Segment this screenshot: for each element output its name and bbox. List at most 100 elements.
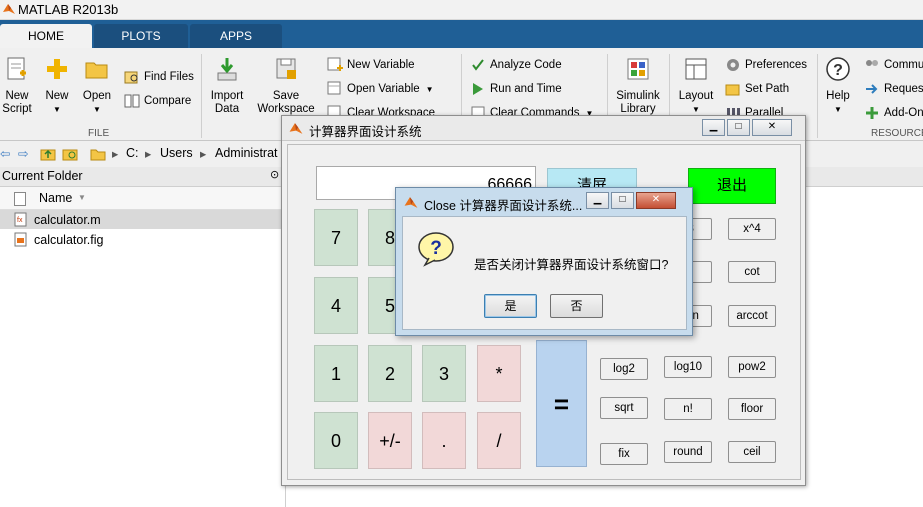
new-script-button[interactable]: New Script	[2, 56, 32, 116]
fn-pow2-button[interactable]: pow2	[728, 356, 776, 378]
key-equals[interactable]: =	[536, 340, 587, 467]
fn-log10-button[interactable]: log10	[664, 356, 712, 378]
dialog-maximize-button[interactable]: □	[611, 192, 634, 209]
dialog-minimize-button[interactable]: ▁	[586, 192, 609, 209]
help-icon: ?	[826, 57, 850, 81]
find-files-button[interactable]: Find Files	[124, 68, 194, 86]
compare-button[interactable]: Compare	[124, 92, 191, 110]
up-folder-icon[interactable]	[40, 146, 56, 162]
ribbon-separator	[817, 54, 818, 138]
fn-log2-button[interactable]: log2	[600, 358, 648, 380]
key-1[interactable]: 1	[314, 345, 358, 402]
matlab-logo-icon	[289, 123, 303, 134]
request-support-button[interactable]: Reques	[864, 80, 923, 98]
maximize-button[interactable]: □	[727, 119, 750, 136]
file-row[interactable]: fx calculator.m	[0, 210, 285, 229]
matlab-titlebar: MATLAB R2013b	[0, 0, 923, 20]
minimize-button[interactable]: ▁	[702, 119, 725, 136]
tab-plots[interactable]: PLOTS	[94, 24, 188, 48]
community-button[interactable]: Commu	[864, 56, 923, 74]
folder-icon	[90, 149, 106, 161]
open-dropdown-icon: ▼	[93, 105, 101, 114]
open-button[interactable]: Open ▼	[82, 56, 112, 116]
key-divide[interactable]: /	[477, 412, 521, 469]
import-data-button[interactable]: Import Data	[207, 56, 247, 116]
fn-x4-button[interactable]: x^4	[728, 218, 776, 240]
question-glyph: ?	[430, 238, 442, 259]
save-workspace-icon	[276, 58, 296, 79]
ribbon-tabbar: HOME PLOTS APPS	[0, 20, 923, 48]
analyze-code-label: Analyze Code	[490, 59, 562, 71]
key-0[interactable]: 0	[314, 412, 358, 469]
matlab-logo-icon	[404, 197, 418, 208]
save-workspace-button[interactable]: Save Workspace	[256, 56, 316, 116]
app-title: MATLAB R2013b	[18, 2, 119, 17]
browse-folder-icon[interactable]	[62, 146, 78, 162]
fn-ceil-button[interactable]: ceil	[728, 441, 776, 463]
key-decimal[interactable]: .	[422, 412, 466, 469]
preferences-label: Preferences	[745, 59, 808, 71]
simulink-library-button[interactable]: Simulink Library	[612, 56, 664, 116]
fn-floor-button[interactable]: floor	[728, 398, 776, 420]
open-variable-button[interactable]: Open Variable ▼	[327, 80, 434, 98]
exit-button[interactable]: 退出	[688, 168, 776, 204]
community-label: Commu	[884, 59, 923, 71]
open-variable-icon	[327, 81, 341, 95]
file-list-header: Name ▼	[0, 187, 285, 210]
help-button[interactable]: ? Help ▼	[820, 56, 856, 116]
fn-fix-button[interactable]: fix	[600, 443, 648, 465]
breadcrumb-drive[interactable]: C:	[126, 146, 139, 160]
open-variable-label: Open Variable	[347, 83, 420, 95]
fn-factorial-button[interactable]: n!	[664, 398, 712, 420]
fn-sqrt-button[interactable]: sqrt	[600, 397, 648, 419]
breadcrumb-sep: ▸	[200, 147, 207, 161]
import-data-icon	[217, 58, 237, 81]
set-path-icon	[725, 84, 740, 96]
run-and-time-button[interactable]: Run and Time	[470, 80, 562, 98]
layout-button[interactable]: Layout ▼	[675, 56, 717, 116]
fn-arccot-button[interactable]: arccot	[728, 305, 776, 327]
analyze-code-button[interactable]: Analyze Code	[470, 56, 562, 74]
compare-icon	[124, 94, 140, 108]
tab-apps[interactable]: APPS	[190, 24, 282, 48]
breadcrumb-users[interactable]: Users	[160, 146, 193, 160]
set-path-button[interactable]: Set Path	[725, 80, 789, 98]
new-variable-label: New Variable	[347, 59, 415, 71]
new-script-icon	[7, 57, 26, 80]
figfile-icon	[14, 232, 27, 247]
folder-open-icon	[85, 62, 108, 79]
new-variable-button[interactable]: New Variable	[327, 56, 415, 74]
new-button[interactable]: New ▼	[42, 56, 72, 116]
key-negate[interactable]: +/-	[368, 412, 412, 469]
forward-arrow-icon[interactable]: ⇨	[18, 146, 28, 161]
file-name: calculator.fig	[34, 233, 104, 247]
column-name-header[interactable]: Name	[39, 191, 72, 205]
panel-menu-icon[interactable]: ⊙	[270, 168, 279, 181]
key-7[interactable]: 7	[314, 209, 358, 266]
key-multiply[interactable]: *	[477, 345, 521, 402]
new-plus-icon	[47, 59, 67, 79]
request-support-label: Reques	[884, 83, 923, 95]
key-2[interactable]: 2	[368, 345, 412, 402]
new-dropdown-icon: ▼	[53, 105, 61, 114]
close-button[interactable]: ✕	[752, 119, 792, 136]
yes-button[interactable]: 是	[484, 294, 537, 318]
file-row[interactable]: calculator.fig	[0, 230, 285, 249]
key-3[interactable]: 3	[422, 345, 466, 402]
breadcrumb-administrator[interactable]: Administrat	[215, 146, 278, 160]
back-arrow-icon[interactable]: ⇦	[0, 146, 10, 161]
dialog-close-button[interactable]: ✕	[636, 192, 676, 209]
breadcrumb-sep: ▸	[145, 147, 152, 161]
fn-cot-button[interactable]: cot	[728, 261, 776, 283]
request-support-icon	[866, 84, 878, 94]
group-label-file: FILE	[88, 128, 110, 139]
calculator-titlebar: 计算器界面设计系统 ▁ □ ✕	[282, 116, 805, 141]
add-ons-icon	[866, 106, 878, 119]
tab-home[interactable]: HOME	[0, 24, 92, 48]
key-4[interactable]: 4	[314, 277, 358, 334]
preferences-button[interactable]: Preferences	[725, 56, 807, 74]
add-ons-button[interactable]: Add-On	[864, 104, 923, 122]
run-and-time-label: Run and Time	[490, 83, 562, 95]
fn-round-button[interactable]: round	[664, 441, 712, 463]
no-button[interactable]: 否	[550, 294, 603, 318]
